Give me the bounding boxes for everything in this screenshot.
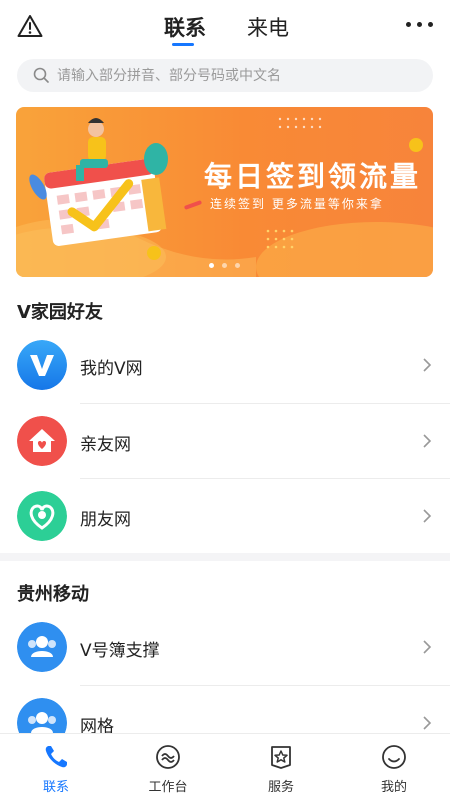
smiley-face-icon [382,745,406,769]
list-item-label: 亲友网 [80,435,131,455]
list-item-family-net[interactable]: 亲友网 [0,404,450,479]
list-item-my-vnet[interactable]: 我的V网 [0,328,450,403]
chevron-right-icon [423,640,432,654]
more-dots-icon[interactable] [406,22,434,28]
promo-banner[interactable]: 每日签到领流量 连续签到 更多流量等你来拿 [16,107,433,277]
nav-label: 我的 [380,780,407,795]
search-input[interactable] [57,59,417,92]
nav-mine[interactable]: 我的 [338,734,450,800]
section-gap [0,553,450,561]
nav-label: 工作台 [148,780,188,795]
list-item-label: V号簿支撑 [80,641,160,661]
chevron-right-icon [423,434,432,448]
workbench-icon [156,745,180,769]
nav-contact[interactable]: 联系 [0,734,112,800]
banner-dot[interactable] [209,263,214,268]
group-users-icon [17,622,67,672]
header-tabs: 联系 来电 [0,0,450,52]
nav-workbench[interactable]: 工作台 [112,734,224,800]
search-bar[interactable] [17,59,433,92]
friends-heart-icon [17,491,67,541]
banner-title: 每日签到领流量 [204,160,422,193]
v-logo-icon [17,340,67,390]
chevron-right-icon [423,358,432,372]
tab-contact[interactable]: 联系 [164,12,206,42]
banner-dot[interactable] [235,263,240,268]
section-title-guizhou-mobile: 贵州移动 [17,584,89,605]
phone-icon [45,746,67,768]
nav-service[interactable]: 服务 [225,734,337,800]
home-heart-icon [17,416,67,466]
section-title-v-home: V家园好友 [17,302,103,323]
list-item-label: 朋友网 [80,510,131,530]
tab-calls[interactable]: 来电 [247,12,289,42]
banner-pagination [209,263,259,269]
chevron-right-icon [423,509,432,523]
list-item-friend-net[interactable]: 朋友网 [0,479,450,554]
search-icon [33,67,49,83]
chevron-right-icon [423,716,432,730]
service-star-icon [271,746,291,769]
nav-label: 服务 [267,780,294,795]
banner-subtitle: 连续签到 更多流量等你来拿 [210,197,384,211]
bottom-nav: 联系 工作台 服务 我的 [0,733,450,800]
nav-label: 联系 [42,780,69,795]
list-item-v-contacts-support[interactable]: V号簿支撑 [0,610,450,685]
top-bar: 联系 来电 [0,0,450,52]
list-item-label: 我的V网 [80,359,143,379]
tab-active-indicator [172,43,194,46]
banner-dot[interactable] [222,263,227,268]
